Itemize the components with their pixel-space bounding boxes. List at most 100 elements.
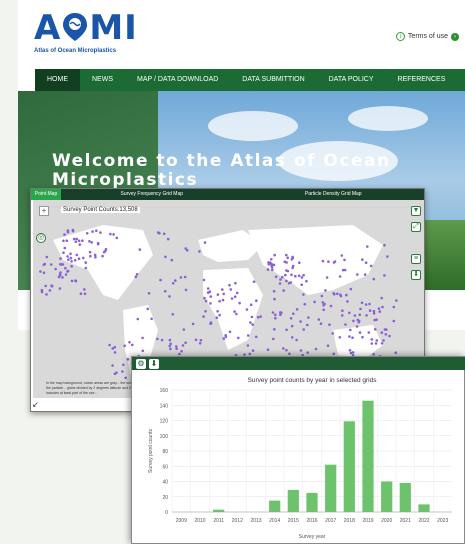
survey-point <box>209 302 212 305</box>
layers-icon[interactable]: ◎ <box>36 233 46 243</box>
survey-point <box>352 319 355 323</box>
survey-point <box>294 274 297 278</box>
hero-title: Welcome to the Atlas of Ocean Microplast… <box>52 151 391 190</box>
survey-point <box>184 288 188 292</box>
survey-point <box>198 342 202 345</box>
survey-point <box>380 296 384 300</box>
survey-point <box>285 328 288 332</box>
survey-point <box>373 328 377 331</box>
arrow-right-icon: › <box>451 32 459 41</box>
y-axis-label: Survey point counts <box>148 429 154 473</box>
survey-point <box>313 300 316 304</box>
survey-year-bar-chart: Survey point counts by year in selected … <box>148 377 452 540</box>
survey-point <box>95 229 98 232</box>
survey-point <box>174 279 177 282</box>
resize-arrow-icon[interactable]: ↙ <box>32 400 39 409</box>
fullscreen-icon[interactable]: ⤢ <box>411 222 421 232</box>
bar-2011 <box>213 509 225 512</box>
nav-item-home[interactable]: HOME <box>35 69 80 91</box>
cloud-shape <box>208 111 298 141</box>
survey-point <box>59 257 62 260</box>
survey-point <box>42 271 46 275</box>
survey-point <box>237 336 240 340</box>
survey-point <box>341 309 344 312</box>
survey-point <box>349 287 353 291</box>
survey-point <box>45 255 49 259</box>
survey-point <box>320 294 324 298</box>
settings-icon[interactable]: ⚙ <box>136 359 146 369</box>
nav-item-news[interactable]: NEWS <box>80 69 125 91</box>
site-logo[interactable]: A MI Atlas of Ocean Microplastics <box>34 10 138 54</box>
x-tick-label: 2012 <box>232 518 243 524</box>
survey-point <box>124 376 127 380</box>
survey-point <box>251 323 254 326</box>
survey-point <box>65 239 69 242</box>
survey-point <box>58 287 62 290</box>
table-icon[interactable]: ≡ <box>411 254 421 264</box>
survey-point <box>271 268 274 272</box>
bar-2017 <box>325 464 337 512</box>
survey-point <box>372 309 376 313</box>
survey-point <box>380 331 384 334</box>
filter-icon[interactable]: ▼ <box>411 206 421 216</box>
survey-point <box>204 310 207 313</box>
nav-item-data-policy[interactable]: DATA POLICY <box>317 69 386 91</box>
survey-point <box>215 316 219 319</box>
terms-of-use-link[interactable]: i Terms of use › <box>395 32 459 41</box>
survey-point <box>245 308 249 311</box>
survey-point <box>191 322 195 326</box>
survey-point <box>128 341 131 344</box>
survey-point <box>112 233 115 236</box>
survey-point <box>361 335 364 339</box>
survey-point <box>45 293 48 296</box>
y-tick-label: 20 <box>162 495 168 501</box>
survey-point <box>234 281 237 285</box>
survey-point <box>365 314 368 317</box>
survey-point <box>383 274 386 277</box>
tab-particle-density-grid-map[interactable]: Particle Density Grid Map <box>243 189 425 200</box>
nav-item-map-download[interactable]: MAP / DATA DOWNLOAD <box>125 69 230 91</box>
survey-point <box>348 349 352 352</box>
survey-point <box>279 313 282 316</box>
tab-survey-frequency-grid-map[interactable]: Survey Frequency Grid Map <box>61 189 243 200</box>
survey-point <box>332 352 336 356</box>
survey-point <box>141 349 145 353</box>
download-icon[interactable]: ⬇ <box>149 359 159 369</box>
survey-point <box>115 236 119 240</box>
download-icon[interactable]: ⬇ <box>411 270 421 280</box>
bar-2018 <box>343 421 355 512</box>
survey-point <box>121 370 124 373</box>
survey-point <box>44 284 47 288</box>
survey-point-count: Survey Point Counts:13,508 <box>61 207 140 213</box>
zoom-in-button[interactable]: + <box>39 206 49 216</box>
tab-point-map[interactable]: Point Map <box>31 189 61 200</box>
survey-point <box>282 289 285 292</box>
survey-point <box>346 300 349 303</box>
survey-point <box>216 310 219 313</box>
survey-point <box>180 349 183 353</box>
x-tick-label: 2018 <box>344 518 355 524</box>
y-tick-label: 0 <box>165 510 168 516</box>
survey-point <box>248 352 252 356</box>
survey-point <box>39 270 42 273</box>
survey-point <box>40 290 44 294</box>
survey-point <box>256 315 260 319</box>
survey-point <box>341 268 345 272</box>
cloud-shape <box>348 106 428 131</box>
survey-point <box>60 263 63 266</box>
survey-point <box>327 260 330 263</box>
survey-point <box>378 310 382 313</box>
y-tick-label: 160 <box>160 388 169 394</box>
survey-point <box>367 331 371 334</box>
survey-point <box>221 298 225 302</box>
nav-item-references[interactable]: REFERENCES <box>386 69 458 91</box>
survey-point <box>288 352 291 356</box>
survey-point <box>302 293 305 296</box>
survey-point <box>348 335 351 338</box>
survey-point <box>338 336 342 339</box>
survey-point <box>299 320 302 323</box>
nav-item-data-submission[interactable]: DATA SUBMITTION <box>230 69 316 91</box>
survey-point <box>169 347 172 351</box>
bar-2015 <box>287 489 299 512</box>
survey-point <box>88 240 91 243</box>
